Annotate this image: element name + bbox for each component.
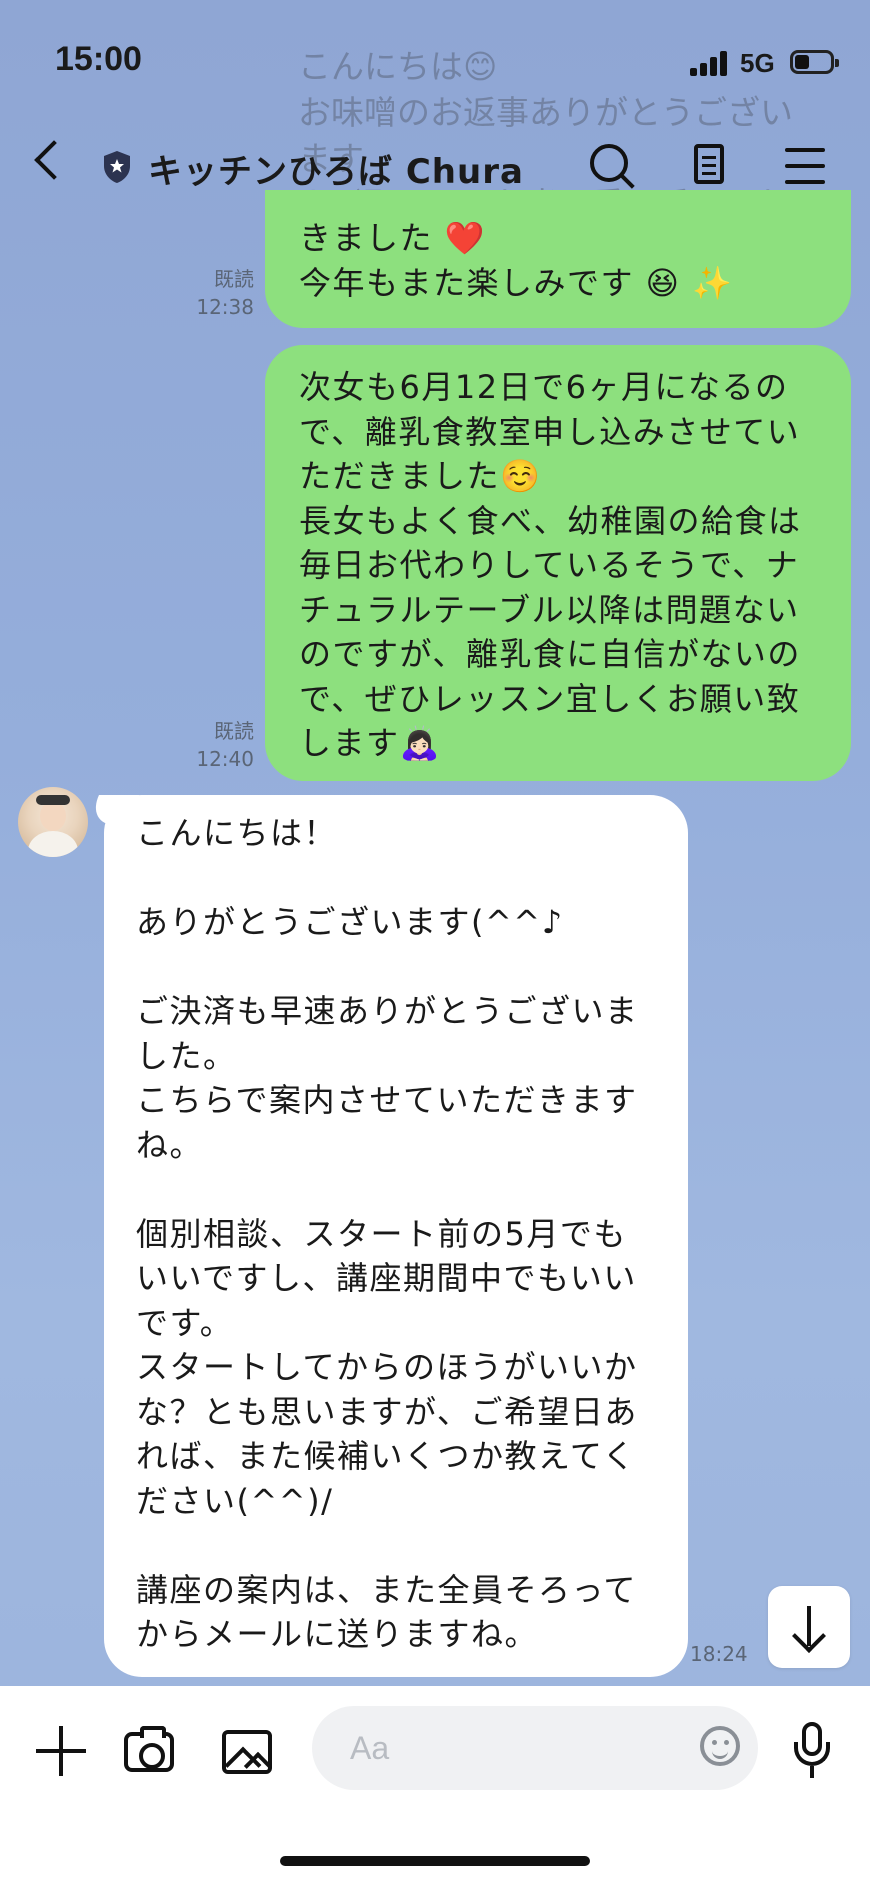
home-indicator xyxy=(280,1856,590,1866)
scroll-to-bottom-button[interactable] xyxy=(768,1586,850,1668)
notes-icon[interactable] xyxy=(690,142,738,190)
sent-message-bubble[interactable]: きました ❤️ 今年もまた楽しみです 😆 ✨ xyxy=(265,190,851,328)
message-meta: 既読 12:40 xyxy=(178,717,254,773)
message-meta: 既読 12:38 xyxy=(178,265,254,321)
message-time: 18:24 xyxy=(690,1642,748,1666)
camera-icon[interactable] xyxy=(124,1726,174,1772)
message-input[interactable]: Aa xyxy=(312,1706,758,1790)
microphone-stand xyxy=(810,1766,814,1778)
status-time: 15:00 xyxy=(55,40,142,78)
sent-message-bubble[interactable]: 次女も6月12日で6ヶ月になるの で、離乳食教室申し込みさせてい ただきました☺… xyxy=(265,345,851,781)
chat-title: キッチンひろば Chura xyxy=(148,152,524,192)
message-time: 12:40 xyxy=(196,747,254,771)
read-receipt: 既読 xyxy=(214,719,254,743)
status-bar: 15:00 5G xyxy=(0,0,870,120)
hamburger-menu-icon[interactable] xyxy=(785,142,833,190)
sender-avatar[interactable] xyxy=(18,787,88,857)
received-message-bubble[interactable]: こんにちは！ ありがとうございます(^^♪ ご決済も早速ありがとうございま した… xyxy=(104,795,688,1677)
image-icon[interactable] xyxy=(222,1730,272,1774)
battery-icon xyxy=(790,50,839,74)
search-icon[interactable] xyxy=(588,142,636,190)
plus-icon[interactable] xyxy=(36,1726,86,1776)
input-bar: Aa xyxy=(0,1686,870,1884)
network-type: 5G xyxy=(740,48,775,78)
emoji-icon[interactable] xyxy=(700,1726,740,1766)
back-icon[interactable] xyxy=(34,140,74,180)
message-time: 12:38 xyxy=(196,295,254,319)
input-placeholder: Aa xyxy=(350,1730,390,1766)
read-receipt: 既読 xyxy=(214,267,254,291)
shield-star-icon xyxy=(104,151,130,183)
chat-header: キッチンひろば Chura xyxy=(0,130,870,210)
cellular-signal-icon xyxy=(690,50,732,76)
